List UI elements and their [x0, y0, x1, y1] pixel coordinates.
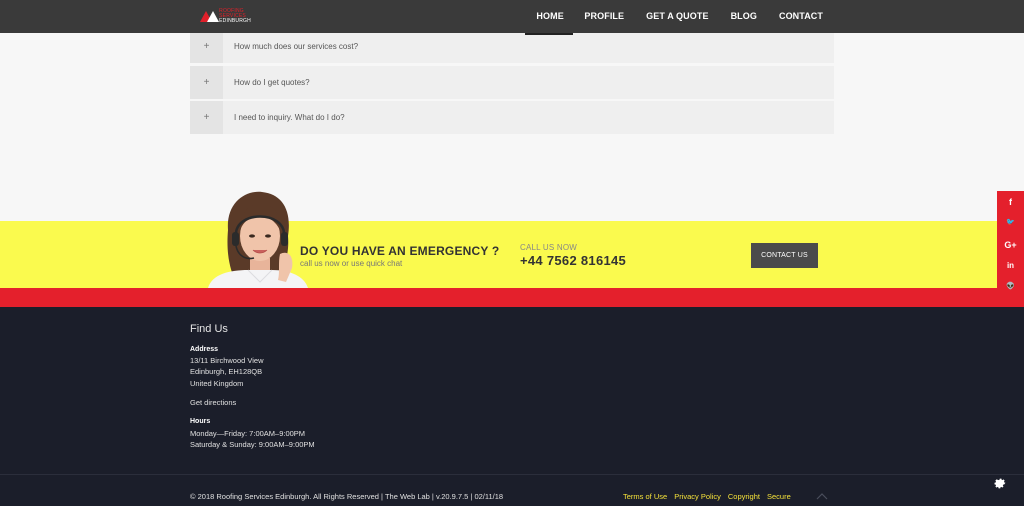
privacy-policy-link[interactable]: Privacy Policy	[674, 492, 721, 501]
faq-item[interactable]: + I need to inquiry. What do I do?	[190, 101, 834, 134]
expand-icon[interactable]: +	[190, 30, 223, 63]
google-plus-icon[interactable]: G+	[997, 235, 1024, 255]
roof-logo-icon	[200, 11, 219, 22]
get-directions-link[interactable]: Get directions	[190, 398, 236, 407]
faq-question[interactable]: How do I get quotes?	[234, 66, 310, 99]
support-agent-image	[208, 191, 308, 288]
copyright-link[interactable]: Copyright	[728, 492, 760, 501]
logo-text-line-2: EDINBURGH	[219, 18, 251, 24]
expand-icon[interactable]: +	[190, 101, 223, 134]
address-line: United Kingdom	[190, 379, 244, 388]
footer-links: Terms of Use Privacy Policy Copyright Se…	[623, 492, 791, 501]
faq-item[interactable]: + How much does our services cost?	[190, 30, 834, 63]
faq-question[interactable]: I need to inquiry. What do I do?	[234, 101, 345, 134]
copyright-text: © 2018 Roofing Services Edinburgh. All R…	[190, 492, 504, 501]
emergency-banner	[0, 221, 1024, 288]
address-line: Edinburgh, EH128QB	[190, 367, 263, 376]
address-line: 13/11 Birchwood View	[190, 356, 264, 365]
social-share-bar: f 🐦 G+ in 👽	[997, 191, 1024, 300]
hours-label: Hours	[190, 418, 211, 425]
nav-home[interactable]: HOME	[525, 0, 574, 35]
twitter-icon[interactable]: 🐦	[997, 213, 1024, 233]
faq-item[interactable]: + How do I get quotes?	[190, 66, 834, 99]
address-label: Address	[190, 346, 219, 353]
main-nav: HOME PROFILE GET A QUOTE BLOG CONTACT	[525, 0, 1024, 35]
site-header: ROOFING SERVICES EDINBURGH HOME PROFILE …	[0, 0, 1024, 35]
call-us-label: CALL US NOW	[520, 243, 578, 252]
phone-number[interactable]: +44 7562 816145	[520, 253, 626, 268]
emergency-subtitle: call us now or use quick chat	[300, 259, 403, 268]
scroll-to-top-icon[interactable]	[816, 492, 828, 500]
reddit-icon[interactable]: 👽	[997, 277, 1024, 297]
terms-of-use-link[interactable]: Terms of Use	[623, 492, 667, 501]
hours-line: Saturday & Sunday: 9:00AM–9:00PM	[190, 440, 315, 449]
nav-contact[interactable]: CONTACT	[768, 0, 1024, 33]
linkedin-icon[interactable]: in	[997, 256, 1024, 276]
gear-icon[interactable]	[993, 475, 1007, 489]
contact-us-button[interactable]: CONTACT US	[751, 243, 818, 268]
footer-divider	[0, 474, 1024, 475]
expand-icon[interactable]: +	[190, 66, 223, 99]
emergency-title: DO YOU HAVE AN EMERGENCY ?	[300, 244, 500, 258]
nav-blog[interactable]: BLOG	[720, 0, 768, 33]
site-logo[interactable]: ROOFING SERVICES EDINBURGH	[200, 9, 262, 24]
site-footer	[0, 307, 1024, 506]
red-divider-band	[0, 288, 1024, 307]
nav-profile[interactable]: PROFILE	[573, 0, 635, 33]
secure-link[interactable]: Secure	[767, 492, 791, 501]
footer-title: Find Us	[190, 323, 228, 335]
faq-question[interactable]: How much does our services cost?	[234, 30, 358, 63]
hours-line: Monday—Friday: 7:00AM–9:00PM	[190, 429, 306, 438]
nav-get-a-quote[interactable]: GET A QUOTE	[635, 0, 719, 33]
facebook-icon[interactable]: f	[997, 192, 1024, 212]
